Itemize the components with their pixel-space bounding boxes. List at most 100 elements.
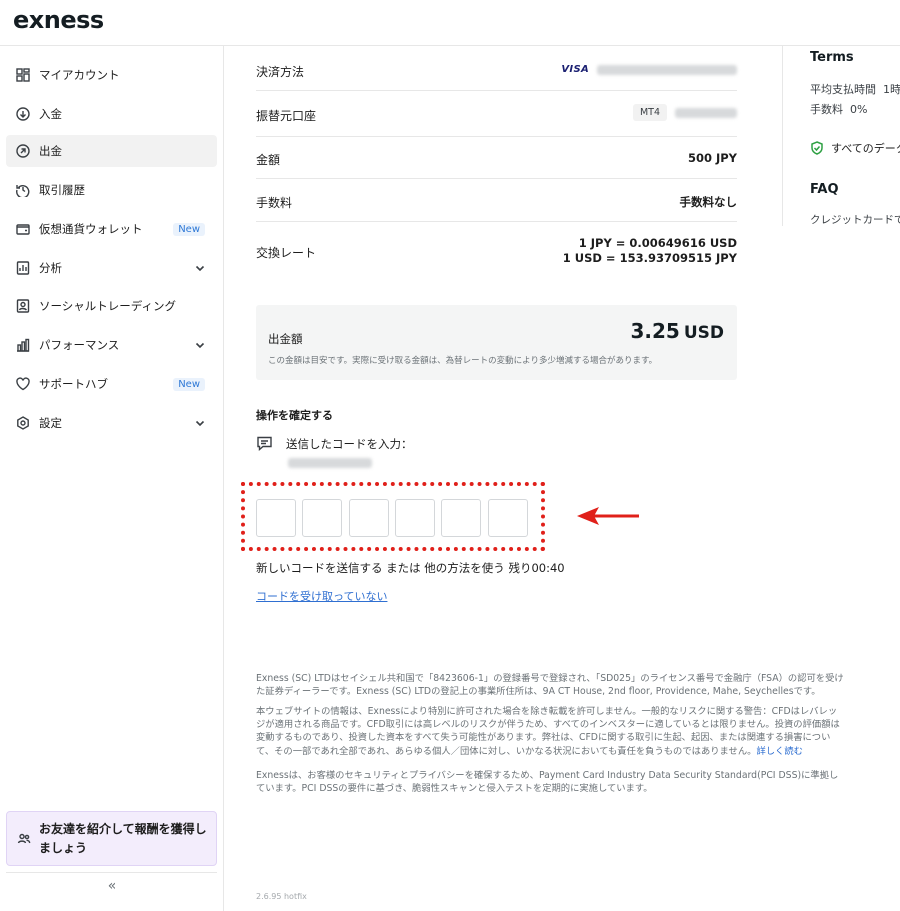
risk-warning-text: 本ウェブサイトの情報は、Exnessにより特別に許可された場合を除き転載を許可し…	[256, 706, 840, 757]
grid-icon	[16, 68, 30, 82]
resend-code-text: 新しいコードを送信する または 他の方法を使う 残り	[256, 561, 532, 575]
gear-icon	[16, 416, 30, 430]
sidebar-item-my-account[interactable]: マイアカウント	[6, 59, 217, 91]
security-note: すべてのデータは	[810, 140, 900, 156]
code-digit-input-5[interactable]	[441, 499, 481, 537]
payment-method-value: VISA	[561, 62, 737, 76]
sidebar-item-label: ソーシャルトレーディング	[39, 299, 176, 313]
processing-time-value: 1時	[883, 83, 900, 96]
exchange-rate-row: 交換レート 1 JPY = 0.00649616 USD 1 USD = 153…	[256, 222, 737, 278]
security-note-text: すべてのデータは	[831, 142, 900, 155]
code-digit-input-3[interactable]	[349, 499, 389, 537]
masked-card-number	[597, 64, 737, 75]
sidebar-item-performance[interactable]: パフォーマンス	[6, 329, 217, 361]
collapse-sidebar-button[interactable]: «	[100, 878, 124, 898]
bar-chart-icon	[16, 338, 30, 352]
amount-label: 金額	[256, 153, 281, 167]
masked-account-number	[675, 107, 737, 118]
sidebar: マイアカウント 入金 出金 取引履歴 仮想通貨ウォレット New 分析 ソーシャ…	[0, 46, 224, 911]
withdrawal-amount-currency: USD	[683, 323, 724, 343]
withdrawal-amount-label: 出金額	[268, 332, 303, 346]
sidebar-item-label: パフォーマンス	[39, 338, 120, 352]
top-bar: exness	[0, 0, 900, 46]
terms-title: Terms	[810, 50, 854, 65]
sidebar-item-label: マイアカウント	[39, 68, 120, 82]
sms-label: 送信したコードを入力：	[286, 436, 413, 451]
sidebar-item-withdrawal[interactable]: 出金	[6, 135, 217, 167]
code-digit-input-1[interactable]	[256, 499, 296, 537]
code-digit-input-4[interactable]	[395, 499, 435, 537]
faq-item[interactable]: クレジットカードで出金	[810, 212, 900, 226]
source-account-row: 振替元口座 MT4	[256, 91, 737, 137]
code-digit-input-6[interactable]	[488, 499, 528, 537]
code-digit-input-2[interactable]	[302, 499, 342, 537]
message-icon	[257, 436, 272, 452]
shield-check-icon	[811, 141, 823, 155]
referral-banner[interactable]: お友達を紹介して報酬を獲得しましょう	[6, 811, 217, 866]
legal-risk-warning: 本ウェブサイトの情報は、Exnessにより特別に許可された場合を除き転載を許可し…	[256, 705, 844, 758]
resend-code-line[interactable]: 新しいコードを送信する または 他の方法を使う 残り00:40	[256, 560, 565, 576]
visa-logo: VISA	[561, 64, 589, 75]
sidebar-item-social-trading[interactable]: ソーシャルトレーディング	[6, 290, 217, 322]
processing-time-row: 平均支払時間 1時	[810, 81, 900, 97]
sidebar-item-settings[interactable]: 設定	[6, 407, 217, 439]
sidebar-item-label: 入金	[39, 107, 62, 121]
source-account-label: 振替元口座	[256, 109, 317, 123]
sidebar-item-label: 出金	[39, 144, 62, 158]
fee-info-label: 手数料	[810, 103, 843, 116]
amount-row: 金額 500 JPY	[256, 137, 737, 179]
new-badge: New	[173, 222, 205, 236]
masked-phone-number	[288, 458, 372, 468]
app-version: 2.6.95 hotfix	[256, 892, 307, 901]
sidebar-item-label: 取引履歴	[39, 183, 85, 197]
sidebar-item-support-hub[interactable]: サポートハブ New	[6, 368, 217, 400]
sidebar-item-label: サポートハブ	[39, 377, 108, 391]
withdrawal-summary: 出金額 3.25 USD この金額は目安です。実際に受け取る金額は、為替レートの変…	[256, 305, 737, 380]
exchange-rate-label: 交換レート	[256, 246, 317, 260]
heart-icon	[16, 377, 30, 391]
new-badge: New	[173, 377, 205, 391]
withdrawal-amount: 3.25 USD	[630, 319, 724, 343]
wallet-icon	[16, 222, 30, 236]
withdrawal-confirmation: 決済方法 VISA 振替元口座 MT4 金額 500 JPY 手数料 手数料なし…	[224, 46, 844, 911]
fee-info-value: 0%	[850, 103, 868, 116]
withdrawal-amount-number: 3.25	[630, 319, 680, 343]
payment-method-row: 決済方法 VISA	[256, 46, 737, 91]
chart-document-icon	[16, 261, 30, 275]
sidebar-item-analytics[interactable]: 分析	[6, 252, 217, 284]
read-more-link[interactable]: 詳しく読む	[756, 746, 803, 757]
confirm-title: 操作を確定する	[256, 409, 333, 422]
arrow-down-circle-icon	[16, 107, 30, 121]
chevron-down-icon	[195, 417, 205, 427]
sidebar-item-label: 設定	[39, 416, 62, 430]
withdrawal-amount-note: この金額は目安です。実際に受け取る金額は、為替レートの変動により多少増減する場合…	[268, 356, 658, 366]
referral-text: お友達を紹介して報酬を獲得しましょう	[39, 821, 207, 855]
arrow-up-right-circle-icon	[16, 144, 30, 158]
rate-line-usd-jpy: 1 USD = 153.93709515 JPY	[562, 251, 737, 265]
source-account-value: MT4	[632, 104, 737, 121]
history-icon	[16, 183, 30, 197]
exness-logo[interactable]: exness	[13, 6, 104, 34]
divider	[6, 872, 217, 873]
platform-badge: MT4	[632, 104, 667, 121]
fee-value: 手数料なし	[679, 195, 738, 209]
sms-instruction: 送信したコードを入力：	[256, 435, 413, 452]
sidebar-item-deposit[interactable]: 入金	[6, 98, 217, 130]
payment-method-label: 決済方法	[256, 65, 305, 79]
sidebar-item-crypto-wallet[interactable]: 仮想通貨ウォレット New	[6, 213, 217, 245]
annotation-arrow-icon	[577, 507, 639, 525]
legal-license-text: Exness (SC) LTDはセイシェル共和国で「8423606-1」の登録番…	[256, 673, 844, 698]
faq-title: FAQ	[810, 182, 839, 197]
amount-value: 500 JPY	[687, 151, 737, 165]
countdown-timer: 00:40	[531, 561, 565, 575]
chevron-down-icon	[195, 262, 205, 272]
fee-row: 手数料 手数料なし	[256, 179, 737, 222]
code-not-received-link[interactable]: コードを受け取っていない	[256, 588, 387, 604]
rate-line-jpy-usd: 1 JPY = 0.00649616 USD	[578, 236, 737, 250]
terms-panel: Terms 平均支払時間 1時 手数料 0% すべてのデータは FAQ クレジッ…	[782, 46, 900, 226]
sidebar-item-label: 仮想通貨ウォレット	[39, 222, 143, 236]
user-card-icon	[16, 299, 30, 313]
sidebar-item-history[interactable]: 取引履歴	[6, 174, 217, 206]
users-icon	[17, 832, 31, 846]
fee-info-row: 手数料 0%	[810, 101, 867, 117]
